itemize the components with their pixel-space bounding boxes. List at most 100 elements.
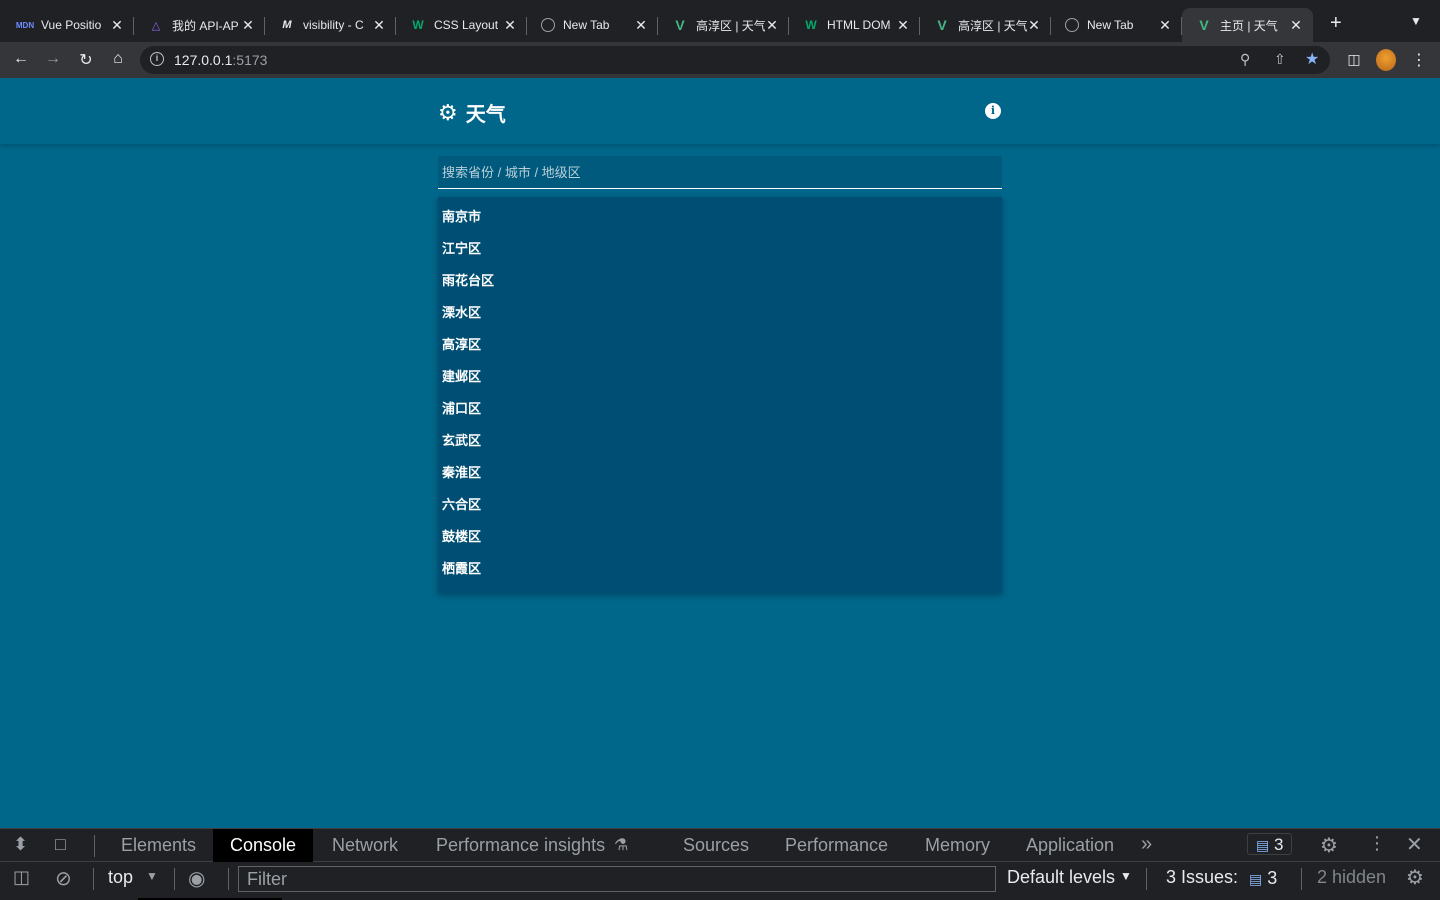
hidden-count: 2 hidden: [1317, 867, 1387, 887]
close-tab-icon[interactable]: ✕: [1158, 17, 1172, 34]
zoom-icon[interactable]: ⚲: [1240, 51, 1250, 68]
mdn-icon: MDN: [15, 20, 35, 30]
devtools-tab-elements[interactable]: Elements: [121, 829, 196, 862]
w3schools-icon: W: [805, 18, 817, 32]
site-info-icon[interactable]: i: [150, 52, 164, 66]
tab-title: 高淳区 | 天气: [696, 18, 765, 33]
m-icon: M: [282, 19, 292, 31]
inspect-element-icon[interactable]: ⬍: [13, 834, 28, 855]
browser-tab[interactable]: MDN Vue Positio ✕: [3, 8, 134, 42]
api-icon: △: [151, 19, 161, 32]
gear-icon: ⚙: [438, 99, 458, 125]
device-toolbar-icon[interactable]: □: [55, 834, 66, 855]
devtools-tab-performance[interactable]: Performance: [785, 829, 888, 862]
app-navbar: ⚙ 天气 i: [0, 78, 1440, 144]
issues-label[interactable]: 3 Issues:: [1166, 867, 1238, 888]
search-result-item[interactable]: 秦淮区: [438, 457, 1002, 489]
side-panel-icon[interactable]: ◫: [1344, 51, 1364, 68]
live-expression-eye-icon[interactable]: ◉: [188, 866, 205, 891]
share-icon[interactable]: ⇧: [1274, 51, 1286, 68]
divider: [228, 868, 229, 890]
divider: [174, 868, 175, 890]
divider: [1146, 868, 1147, 890]
browser-tab-strip: MDN Vue Positio ✕ △ 我的 API-AP ✕ Mvisibility - …: [0, 0, 1440, 42]
search-result-item[interactable]: 南京市: [438, 201, 1002, 233]
search-result-item[interactable]: 栖霞区: [438, 553, 1002, 585]
console-settings-gear-icon[interactable]: ⚙: [1406, 865, 1424, 890]
close-devtools-icon[interactable]: ✕: [1406, 832, 1423, 857]
search-result-item[interactable]: 雨花台区: [438, 265, 1002, 297]
search-result-item[interactable]: 鼓楼区: [438, 521, 1002, 553]
close-tab-icon[interactable]: ✕: [241, 17, 255, 34]
browser-tab[interactable]: New Tab ✕: [1051, 8, 1182, 42]
close-tab-icon[interactable]: ✕: [896, 17, 910, 34]
profile-avatar[interactable]: [1376, 49, 1396, 71]
browser-tab[interactable]: W CSS Layout ✕: [396, 8, 527, 42]
console-filter-input[interactable]: Filter: [238, 866, 996, 892]
forward-arrow-icon[interactable]: →: [43, 50, 63, 68]
browser-tab[interactable]: New Tab ✕: [527, 8, 658, 42]
search-result-item[interactable]: 建邺区: [438, 361, 1002, 393]
tab-title: New Tab: [1087, 18, 1134, 32]
close-tab-icon[interactable]: ✕: [1027, 17, 1041, 34]
clear-console-icon[interactable]: ⊘: [55, 866, 72, 891]
close-tab-icon[interactable]: ✕: [634, 17, 648, 34]
search-result-item[interactable]: 溧水区: [438, 297, 1002, 329]
close-tab-icon[interactable]: ✕: [765, 17, 779, 34]
home-icon[interactable]: ⌂: [108, 50, 128, 68]
devtools-tab-application[interactable]: Application: [1026, 829, 1114, 862]
devtools-tab-console[interactable]: Console: [213, 829, 314, 862]
search-results-list: 南京市 江宁区 雨花台区 溧水区 高淳区 建邺区 浦口区 玄武区 秦淮区 六合区 鼓楼区 栖霞区: [438, 197, 1002, 593]
app-brand[interactable]: ⚙ 天气: [438, 98, 506, 127]
flask-icon: ⚗: [614, 837, 629, 854]
settings-gear-icon[interactable]: ⚙: [1320, 833, 1338, 858]
devtools-tab-performance-insights[interactable]: Performance insights: [436, 829, 605, 862]
message-icon: ▤: [1249, 871, 1263, 887]
vue-icon: V: [937, 17, 947, 33]
search-result-item[interactable]: 高淳区: [438, 329, 1002, 361]
browser-tab[interactable]: Mvisibility - C ✕: [265, 8, 396, 42]
chevron-down-icon[interactable]: ▼: [146, 869, 158, 883]
back-arrow-icon[interactable]: ←: [11, 50, 31, 68]
bookmark-star-icon[interactable]: ★: [1305, 49, 1319, 69]
browser-tab[interactable]: V 高淳区 | 天气 ✕: [920, 8, 1051, 42]
tab-search-chevron-icon[interactable]: ▼: [1410, 14, 1422, 28]
close-tab-icon[interactable]: ✕: [1289, 17, 1303, 34]
browser-tab[interactable]: W HTML DOM ✕: [789, 8, 920, 42]
close-tab-icon[interactable]: ✕: [503, 17, 517, 34]
close-tab-icon[interactable]: ✕: [110, 17, 124, 34]
search-result-item[interactable]: 江宁区: [438, 233, 1002, 265]
console-toolbar: ◫ ⊘ top ▼ ◉ Filter Default levels ▼ 3 Is…: [0, 863, 1440, 900]
new-tab-button[interactable]: +: [1330, 12, 1342, 35]
location-search-input[interactable]: [438, 156, 1002, 189]
brand-title: 天气: [465, 104, 506, 126]
tab-title: New Tab: [563, 18, 610, 32]
url-port: :5173: [232, 52, 268, 68]
close-tab-icon[interactable]: ✕: [372, 17, 386, 34]
reload-icon[interactable]: ↻: [76, 50, 96, 70]
browser-menu-icon[interactable]: ⋮: [1409, 50, 1429, 70]
devtools-tab-sources[interactable]: Sources: [683, 829, 749, 862]
browser-tab[interactable]: △ 我的 API-AP ✕: [134, 8, 265, 42]
log-levels-dropdown[interactable]: Default levels: [1007, 867, 1115, 888]
weather-app-page: ⚙ 天气 i 南京市江宁区雨花台区溧水区高淳区建邺区浦口区玄武区秦淮区六合区鼓楼…: [0, 78, 1440, 828]
devtools-tab-bar: ⬍ □ Elements Console Network Performance…: [0, 829, 1440, 862]
search-result-item[interactable]: 玄武区: [438, 425, 1002, 457]
search-result-item[interactable]: 浦口区: [438, 393, 1002, 425]
more-options-icon[interactable]: ⋮: [1368, 833, 1386, 854]
more-tabs-chevron-icon[interactable]: »: [1141, 833, 1152, 856]
devtools-tab-memory[interactable]: Memory: [925, 829, 990, 862]
address-bar[interactable]: i 127.0.0.1:5173 ⚲ ⇧ ★: [140, 46, 1330, 74]
sidebar-toggle-icon[interactable]: ◫: [13, 867, 30, 888]
context-selector[interactable]: top: [108, 867, 133, 888]
chevron-down-icon[interactable]: ▼: [1120, 869, 1132, 883]
search-result-item[interactable]: 六合区: [438, 489, 1002, 521]
info-icon[interactable]: i: [985, 103, 1001, 119]
messages-badge[interactable]: ▤ 3: [1247, 833, 1293, 855]
browser-tab[interactable]: V 高淳区 | 天气 ✕: [658, 8, 789, 42]
devtools-tab-network[interactable]: Network: [332, 829, 398, 862]
browser-tab[interactable]: V 主页 | 天气 ✕: [1182, 8, 1313, 42]
issues-count-badge[interactable]: ▤ 3: [1249, 868, 1277, 889]
globe-icon: [541, 18, 555, 32]
url-text: 127.0.0.1:5173: [174, 52, 267, 68]
